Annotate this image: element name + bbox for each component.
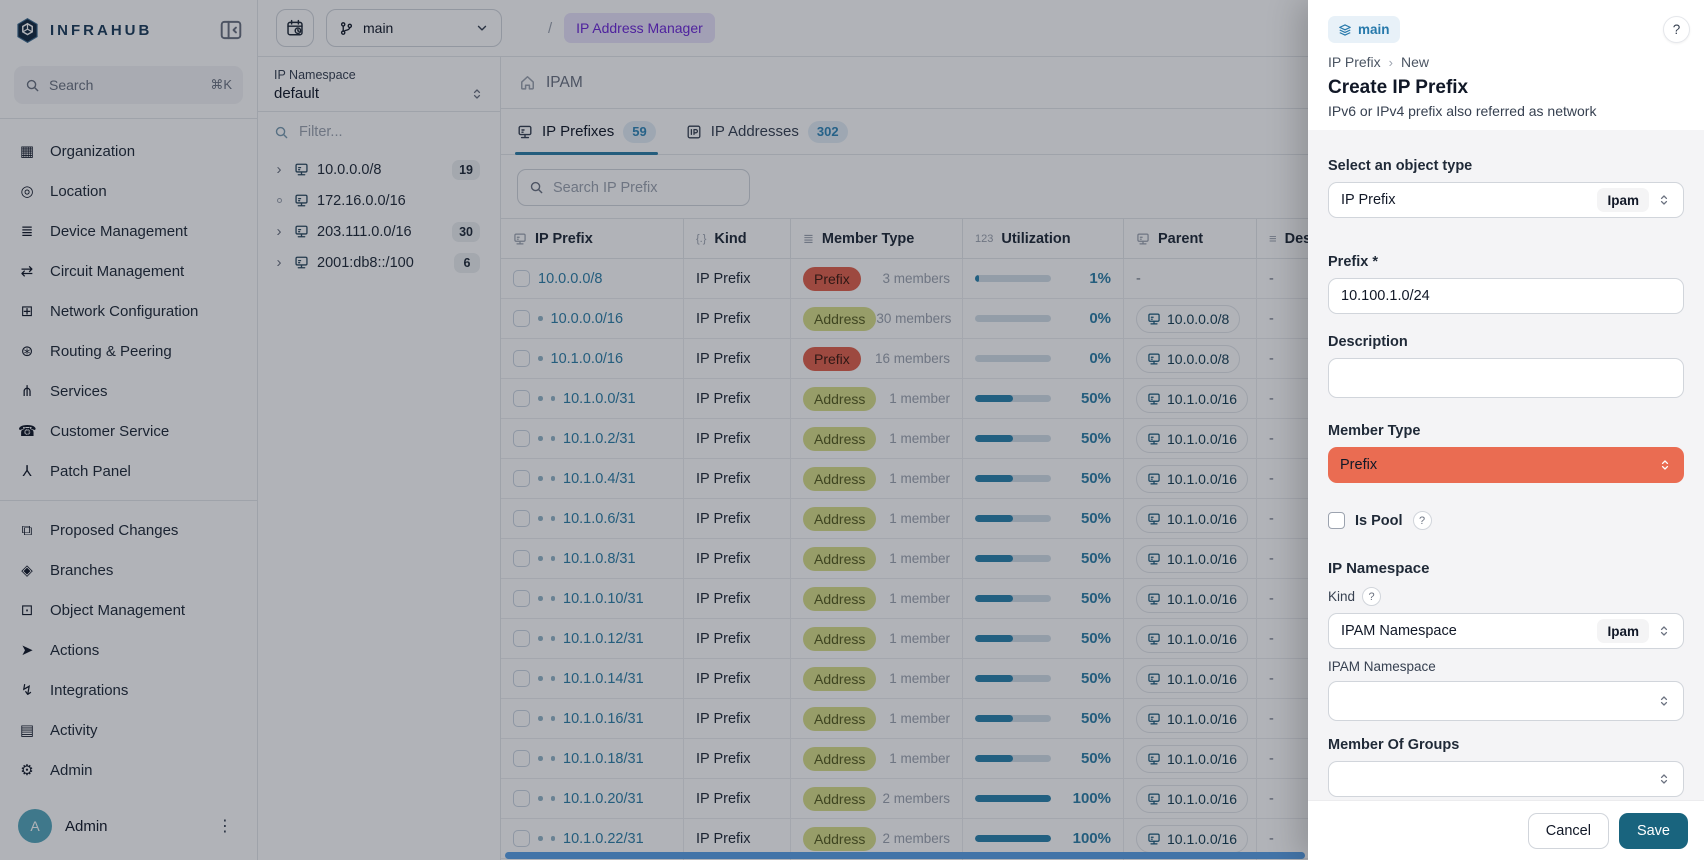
is-pool-row: Is Pool ? [1328,511,1684,530]
breadcrumb-ip-prefix: IP Prefix [1328,54,1381,70]
chevron-right-icon: › [1389,55,1393,70]
description-label: Description [1328,334,1684,350]
ip-namespace-section-heading: IP Namespace [1328,560,1684,577]
prefix-field-wrap [1328,278,1684,314]
chevron-updown-icon [1657,193,1671,207]
cancel-button[interactable]: Cancel [1528,813,1609,849]
prefix-label: Prefix * [1328,254,1684,270]
drawer-title: Create IP Prefix [1328,77,1684,99]
create-ip-prefix-drawer: main ? IP Prefix › New Create IP Prefix … [1308,0,1704,860]
modal-overlay[interactable] [0,0,1308,860]
kind-value: IPAM Namespace [1341,623,1457,639]
save-button[interactable]: Save [1619,813,1688,849]
chevron-updown-icon [1658,458,1672,472]
prefix-input[interactable] [1341,288,1671,304]
member-type-label: Member Type [1328,423,1684,439]
ipam-namespace-label: IPAM Namespace [1328,659,1684,674]
ipam-badge: Ipam [1597,619,1649,643]
ipam-namespace-select[interactable] [1328,681,1684,721]
is-pool-label: Is Pool [1355,513,1403,529]
breadcrumb-new: New [1401,54,1429,70]
drawer-footer: Cancel Save [1308,800,1704,860]
is-pool-help-icon[interactable]: ? [1413,511,1432,530]
drawer-breadcrumb: IP Prefix › New [1328,54,1684,70]
app-screen: INFRAHUB Search ⌘K ▦ Organization ◎ Loca… [0,0,1704,860]
ipam-badge: Ipam [1597,188,1649,212]
branch-badge: main [1328,16,1400,43]
object-type-value: IP Prefix [1341,192,1396,208]
kind-label: Kind [1328,589,1355,604]
drawer-form: Select an object type IP Prefix Ipam Pre… [1308,130,1704,800]
is-pool-checkbox[interactable] [1328,512,1345,529]
member-type-value: Prefix [1340,457,1377,473]
drawer-subtitle: IPv6 or IPv4 prefix also referred as net… [1328,103,1684,119]
object-type-select[interactable]: IP Prefix Ipam [1328,182,1684,218]
layers-icon [1338,23,1352,37]
help-button[interactable]: ? [1663,16,1690,43]
chevron-updown-icon [1657,694,1671,708]
drawer-header: main ? IP Prefix › New Create IP Prefix … [1308,0,1704,130]
kind-help-icon[interactable]: ? [1362,587,1381,606]
chevron-updown-icon [1657,772,1671,786]
member-of-groups-label: Member Of Groups [1328,737,1684,753]
kind-select[interactable]: IPAM Namespace Ipam [1328,613,1684,649]
object-type-label: Select an object type [1328,158,1684,174]
kind-label-row: Kind ? [1328,587,1684,606]
chevron-updown-icon [1657,624,1671,638]
member-type-select[interactable]: Prefix [1328,447,1684,483]
description-input[interactable] [1328,358,1684,398]
member-of-groups-select[interactable] [1328,761,1684,797]
